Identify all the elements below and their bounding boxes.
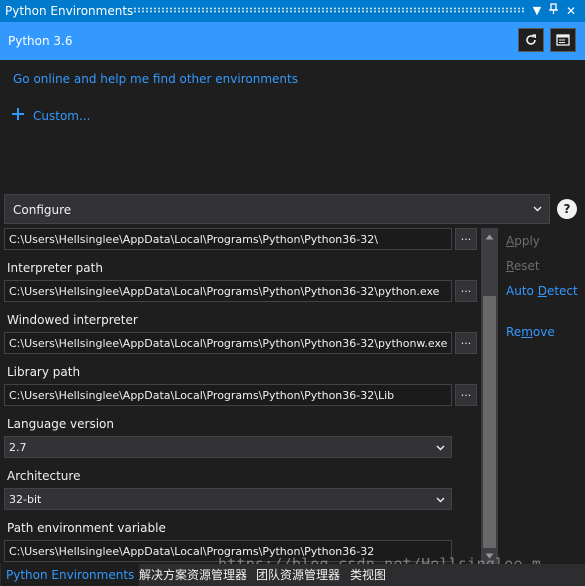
windowed-interpreter-value: C:\Users\Hellsinglee\AppData\Local\Progr… [9,337,448,350]
refresh-icon [526,34,536,45]
auto-detect-label-end: etect [546,284,578,298]
interpreter-path-label: Interpreter path [7,261,103,275]
chevron-down-icon [436,445,445,451]
auto-detect-label-start: Auto [506,284,538,298]
window-title: Python Environments [5,4,134,18]
apply-label: pply [514,234,540,248]
interpreter-path-value: C:\Users\Hellsinglee\AppData\Local\Progr… [9,285,440,298]
reset-button[interactable]: Reset [506,259,540,273]
reset-mnemonic: R [506,259,514,273]
remove-label-start: Re [506,325,522,339]
interpreter-path-browse-button[interactable]: ... [455,280,477,302]
prefix-path-value: C:\Users\Hellsinglee\AppData\Local\Progr… [9,233,378,246]
language-version-select[interactable]: 2.7 [4,436,452,458]
tab-solution-explorer[interactable]: 解决方案资源管理器 [139,564,247,586]
environment-name: Python 3.6 [8,34,73,48]
reset-label: eset [513,259,540,273]
windowed-interpreter-field[interactable]: C:\Users\Hellsinglee\AppData\Local\Progr… [4,332,452,354]
library-path-label: Library path [7,365,81,379]
architecture-select[interactable]: 32-bit [4,488,452,510]
interactive-window-button[interactable] [550,28,576,52]
remove-button[interactable]: Remove [506,325,555,339]
auto-detect-button[interactable]: Auto Detect [506,284,578,298]
selected-environment-header: Python 3.6 [0,22,585,60]
chevron-down-icon [436,497,445,503]
title-grip [133,7,525,13]
auto-detect-mnemonic: D [537,284,547,298]
custom-environment-link[interactable]: Custom... [33,109,90,123]
tab-python-environments[interactable]: Python Environments [1,564,140,586]
language-version-value: 2.7 [9,441,27,454]
scrollbar-thumb[interactable] [483,296,496,548]
prefix-path-browse-button[interactable]: ... [455,228,477,250]
view-selector-value: Configure [13,203,72,217]
view-selector-dropdown[interactable]: Configure [4,194,550,224]
prefix-path-field[interactable]: C:\Users\Hellsinglee\AppData\Local\Progr… [4,228,452,250]
interpreter-path-field[interactable]: C:\Users\Hellsinglee\AppData\Local\Progr… [4,280,452,302]
help-button[interactable]: ? [557,199,577,219]
library-path-field[interactable]: C:\Users\Hellsinglee\AppData\Local\Progr… [4,384,452,406]
vertical-scrollbar[interactable] [481,228,498,564]
scroll-up-arrow-icon[interactable] [485,234,494,240]
plus-icon[interactable] [11,107,25,121]
windowed-interpreter-label: Windowed interpreter [7,313,138,327]
language-version-label: Language version [7,417,114,431]
find-environments-link[interactable]: Go online and help me find other environ… [13,72,298,86]
auto-hide-pin-icon[interactable] [546,3,562,19]
apply-mnemonic: A [506,234,515,248]
architecture-value: 32-bit [9,493,42,506]
chevron-down-icon [533,206,542,212]
remove-mnemonic: m [521,325,533,339]
windowed-interpreter-browse-button[interactable]: ... [455,332,477,354]
window-position-dropdown-icon[interactable]: ▼ [529,3,545,19]
window-title-bar[interactable]: Python Environments ▼ ✕ [0,0,585,22]
apply-button[interactable]: Apply [506,234,540,248]
tool-window-tabs: Python Environments 解决方案资源管理器 团队资源管理器 类视… [0,564,585,586]
remove-label-end: ove [532,325,555,339]
close-icon[interactable]: ✕ [563,3,579,19]
library-path-browse-button[interactable]: ... [455,384,477,406]
library-path-value: C:\Users\Hellsinglee\AppData\Local\Progr… [9,389,395,402]
tab-class-view[interactable]: 类视图 [350,564,386,586]
tab-team-explorer[interactable]: 团队资源管理器 [256,564,340,586]
path-variable-label: Path environment variable [7,521,166,535]
console-icon [556,34,570,46]
refresh-button[interactable] [518,28,544,52]
architecture-label: Architecture [7,469,81,483]
